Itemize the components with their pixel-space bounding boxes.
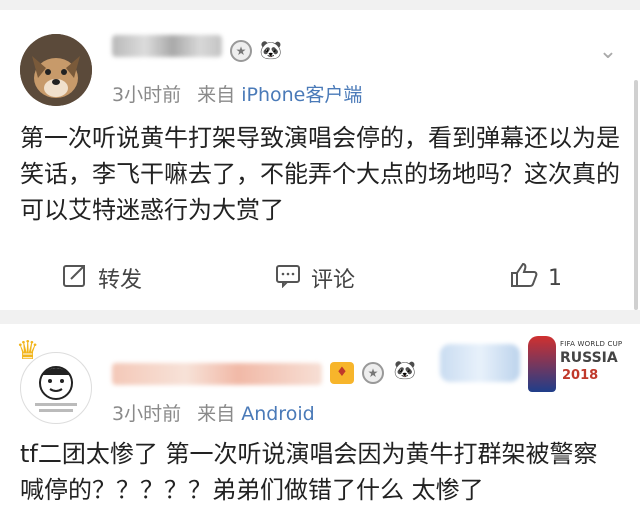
from-label: 来自 — [197, 84, 236, 106]
repost-label: 转发 — [98, 268, 143, 293]
post-content: 第一次听说黄牛打架导致演唱会停的，看到弹幕还以为是笑话，李飞干嘛去了，不能弄个大… — [20, 124, 620, 224]
worldcup-line2: RUSSIA — [560, 350, 618, 366]
worldcup-badge[interactable]: FIFA WORLD CUP RUSSIA 2018 — [528, 334, 632, 396]
post-meta: 3小时前 来自 Android — [112, 399, 315, 426]
source-link[interactable]: iPhone客户端 — [241, 84, 362, 106]
comment-icon — [275, 262, 301, 294]
medal-icon[interactable]: ★ — [230, 40, 252, 62]
action-bar: 转发 评论 1 — [0, 258, 640, 298]
comment-card-2: ♛ ♦ ★ 🐼 FIFA WORLD CUP RUSSIA 2018 3小时前 … — [0, 324, 640, 509]
like-count: 1 — [548, 265, 562, 291]
like-button[interactable]: 1 — [510, 258, 562, 298]
sticker-redacted — [440, 344, 520, 382]
post-meta: 3小时前 来自 iPhone客户端 — [112, 80, 362, 107]
from-label: 来自 — [197, 403, 236, 425]
panda-icon[interactable]: 🐼 — [258, 40, 284, 62]
chevron-down-icon[interactable]: ⌄ — [594, 41, 622, 63]
comment-button[interactable]: 评论 — [275, 258, 355, 298]
thumbs-up-icon — [510, 262, 538, 294]
username-redacted[interactable] — [112, 35, 222, 57]
post-content: tf二团太惨了 第一次听说演唱会因为黄牛打群架被警察喊停的？？？？？弟弟们做错了… — [20, 440, 598, 504]
scrollbar[interactable] — [634, 80, 638, 310]
source-link[interactable]: Android — [241, 403, 314, 425]
timestamp: 3小时前 — [112, 84, 182, 106]
avatar[interactable] — [20, 34, 92, 106]
medal-icon[interactable]: ★ — [362, 362, 384, 384]
vip-badge-icon[interactable]: ♦ — [330, 362, 354, 384]
crown-icon: ♛ — [16, 336, 40, 366]
username-redacted[interactable] — [112, 363, 322, 385]
comment-label: 评论 — [311, 268, 356, 293]
timestamp: 3小时前 — [112, 403, 182, 425]
trophy-icon — [528, 336, 556, 392]
panda-icon[interactable]: 🐼 — [392, 360, 418, 382]
repost-icon — [62, 262, 88, 294]
worldcup-line1: FIFA WORLD CUP — [560, 340, 623, 348]
dog-avatar-image — [20, 34, 92, 106]
comment-card-1: ★ 🐼 ⌄ 3小时前 来自 iPhone客户端 第一次听说黄牛打架导致演唱会停的… — [0, 10, 640, 310]
worldcup-line3: 2018 — [562, 368, 599, 383]
repost-button[interactable]: 转发 — [62, 258, 142, 298]
